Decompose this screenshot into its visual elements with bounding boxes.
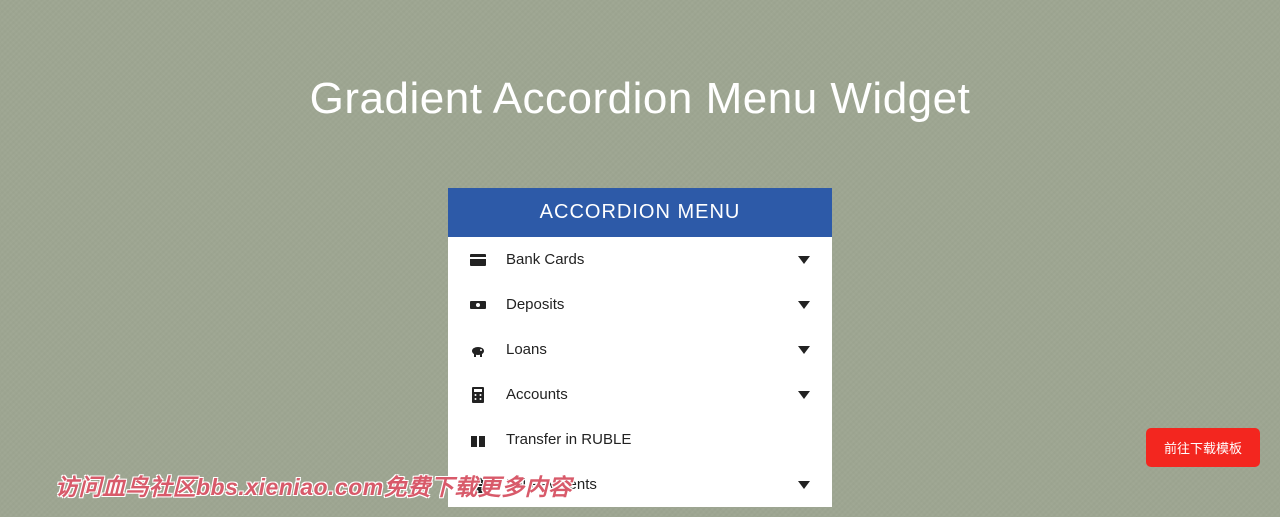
piggy-icon	[470, 342, 486, 358]
money-icon	[470, 297, 486, 313]
chevron-down-icon	[798, 481, 810, 489]
chevron-down-icon	[798, 346, 810, 354]
chevron-down-icon	[798, 391, 810, 399]
gift-icon	[470, 432, 486, 448]
accordion-item-transfer[interactable]: Transfer in RUBLE	[448, 417, 832, 462]
card-icon	[470, 252, 486, 268]
accordion-item-accounts[interactable]: Accounts	[448, 372, 832, 417]
accordion-item-loans[interactable]: Loans	[448, 327, 832, 372]
accordion-item-label: Loans	[506, 341, 547, 358]
chevron-down-icon	[798, 256, 810, 264]
accordion-item-label: Accounts	[506, 386, 568, 403]
download-template-button[interactable]: 前往下载模板	[1146, 428, 1260, 467]
file-icon	[470, 477, 486, 493]
accordion-item-label: Deposits	[506, 296, 564, 313]
accordion-item-bill-payments[interactable]: Bill Payments	[448, 462, 832, 507]
accordion-header: ACCORDION MENU	[448, 188, 832, 237]
calculator-icon	[470, 387, 486, 403]
chevron-down-icon	[798, 301, 810, 309]
page-title: Gradient Accordion Menu Widget	[0, 0, 1280, 124]
accordion-item-label: Transfer in RUBLE	[506, 431, 631, 448]
accordion-item-label: Bank Cards	[506, 251, 584, 268]
accordion-item-bank-cards[interactable]: Bank Cards	[448, 237, 832, 282]
accordion-item-label: Bill Payments	[506, 476, 597, 493]
accordion-item-deposits[interactable]: Deposits	[448, 282, 832, 327]
accordion-menu: ACCORDION MENU Bank Cards Deposits Loans	[448, 188, 832, 507]
